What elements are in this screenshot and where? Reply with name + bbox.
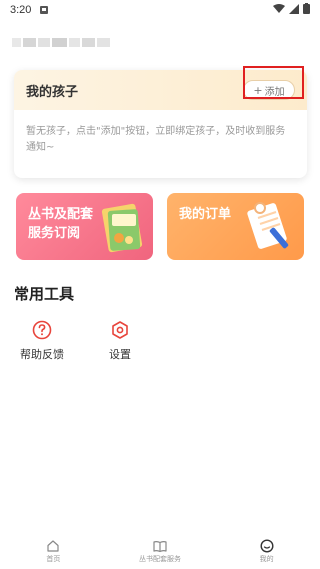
my-orders-label: 我的订单 (179, 207, 232, 222)
settings-tool[interactable]: 设置 (90, 320, 150, 362)
tab-mine-label: 我的 (259, 554, 274, 563)
help-feedback-label: 帮助反馈 (20, 348, 64, 361)
common-tools-title: 常用工具 (14, 285, 75, 303)
status-time: 3:20 (10, 4, 32, 16)
settings-label: 设置 (109, 348, 131, 361)
order-document-icon (247, 202, 289, 249)
book-subscription-label: 丛书及配套 服务订阅 (28, 207, 94, 241)
bottom-tab-bar: 首页 丛书配套服务 我的 (0, 532, 320, 569)
battery-icon (303, 3, 310, 17)
settings-gear-icon (110, 320, 130, 340)
profile-icon (260, 538, 274, 553)
help-feedback-tool[interactable]: 帮助反馈 (12, 320, 72, 362)
signal-icon (289, 3, 299, 17)
wifi-icon (273, 3, 285, 17)
home-icon (46, 538, 60, 552)
pixelated-username (12, 33, 111, 51)
notification-icon (39, 5, 49, 15)
tab-mine[interactable]: 我的 (227, 538, 307, 564)
tab-book-services-label: 丛书配套服务 (138, 554, 181, 563)
tab-home-label: 首页 (46, 554, 61, 563)
tab-home[interactable]: 首页 (13, 538, 93, 564)
book-icon (153, 538, 167, 552)
my-children-title: 我的孩子 (26, 84, 79, 100)
help-question-icon (32, 320, 52, 340)
highlight-box (243, 66, 304, 99)
books-illustration-icon (101, 203, 143, 253)
my-orders-card[interactable]: 我的订单 (167, 193, 304, 260)
no-children-message: 暂无孩子，点击"添加"按钮，立即绑定孩子，及时收到服务通知~ (26, 126, 286, 153)
tab-book-services[interactable]: 丛书配套服务 (120, 538, 200, 564)
book-subscription-card[interactable]: 丛书及配套 服务订阅 (16, 193, 153, 260)
status-bar: 3:20 (0, 0, 320, 20)
